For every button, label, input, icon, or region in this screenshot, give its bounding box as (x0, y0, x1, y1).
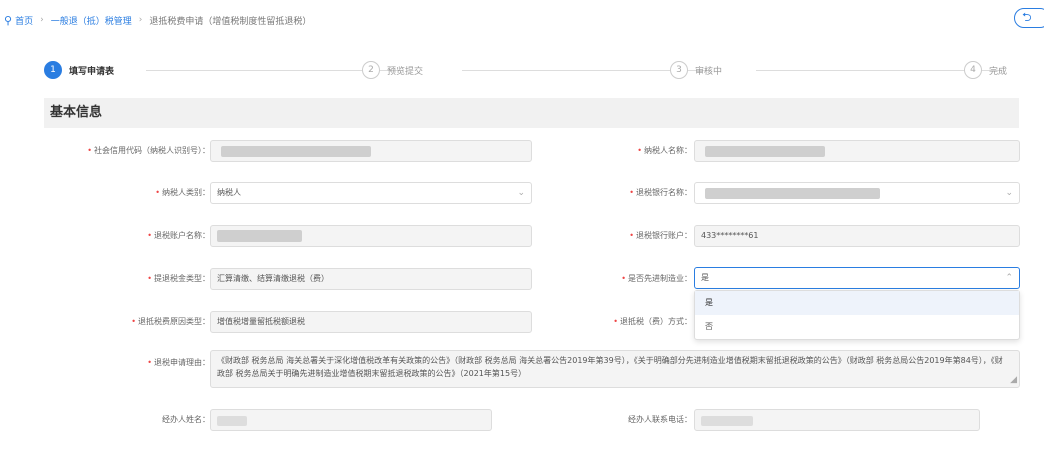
step-reviewing: 3 审核中 (670, 61, 722, 79)
redacted-value (217, 230, 302, 242)
breadcrumb-home-link[interactable]: 首页 (15, 14, 33, 27)
agent-name-field[interactable] (210, 409, 492, 431)
advanced-mfg-dropdown: 是 否 (694, 290, 1020, 340)
advanced-mfg-label: • 是否先进制造业： (621, 274, 692, 283)
step-preview-submit: 2 预览提交 (362, 61, 423, 79)
step-number: 3 (670, 61, 688, 79)
refund-method-label: • 退抵税（费）方式： (613, 317, 692, 326)
taxpayer-name-field[interactable] (694, 140, 1020, 162)
step-label: 预览提交 (387, 66, 424, 77)
step-label: 完成 (989, 66, 1008, 77)
step-label: 填写申请表 (69, 66, 115, 77)
agent-phone-label: 经办人联系电话： (628, 415, 692, 424)
taxpayer-type-label: • 纳税人类别： (155, 188, 210, 197)
advanced-mfg-select[interactable]: 是 ⌃ (694, 267, 1020, 289)
back-button[interactable]: ⮌ (1014, 8, 1044, 28)
chevron-down-icon: ⌄ (1005, 188, 1013, 198)
account-name-label: • 退税账户名称： (147, 231, 210, 240)
dropdown-option-no[interactable]: 否 (695, 315, 1019, 339)
step-number: 1 (44, 61, 62, 79)
refund-reason-type-label: • 退抵税费原因类型： (131, 317, 210, 326)
step-complete: 4 完成 (964, 61, 1007, 79)
refund-reason-type-field[interactable]: 增值税增量留抵税额退税 (210, 311, 532, 333)
section-title: 基本信息 (44, 98, 1019, 128)
breadcrumb-current: 退抵税费申请（增值税制度性留抵退税） (149, 16, 312, 27)
redacted-value (701, 416, 753, 426)
breadcrumb-separator: › (138, 15, 143, 25)
agent-name-label: 经办人姓名： (162, 415, 210, 424)
breadcrumb-refund-mgmt-link[interactable]: 一般退（抵）税管理 (51, 14, 132, 27)
step-label: 审核中 (695, 66, 723, 77)
bank-account-label: • 退税银行账户： (629, 231, 692, 240)
taxpayer-name-label: • 纳税人名称： (637, 146, 692, 155)
step-fill-form: 1 填写申请表 (44, 61, 114, 79)
taxpayer-type-select[interactable]: 纳税人 ⌄ (210, 182, 532, 204)
redacted-value (221, 146, 371, 157)
account-name-field[interactable] (210, 225, 532, 247)
back-arrow-icon: ⮌ (1022, 10, 1032, 24)
redacted-value (705, 146, 825, 157)
redacted-value (217, 416, 247, 426)
progress-steps: 1 填写申请表 2 预览提交 3 审核中 4 完成 (44, 61, 1019, 81)
refund-reason-label: • 退税申请理由： (147, 358, 210, 367)
refund-bank-select[interactable]: ⌄ (694, 182, 1020, 204)
step-number: 2 (362, 61, 380, 79)
breadcrumb-separator: › (40, 15, 44, 25)
credit-code-label: • 社会信用代码（纳税人识别号）： (87, 146, 210, 155)
chevron-up-icon: ⌃ (1005, 273, 1013, 283)
refund-reason-textarea[interactable]: 《财政部 税务总局 海关总署关于深化增值税改革有关政策的公告》（财政部 税务总局… (210, 350, 1020, 388)
step-number: 4 (964, 61, 982, 79)
bank-account-field[interactable]: 433********61 (694, 225, 1020, 247)
refund-bank-label: • 退税银行名称： (629, 188, 692, 197)
credit-code-field[interactable] (210, 140, 532, 162)
dropdown-option-yes[interactable]: 是 (695, 291, 1019, 315)
location-pin-icon: ⚲ (4, 13, 13, 27)
refund-category-label: • 提退税金类型： (147, 274, 210, 283)
refund-category-field[interactable]: 汇算清缴、结算清缴退税（费） (210, 268, 532, 290)
redacted-value (705, 188, 880, 199)
breadcrumb: ⚲ 首页 › 一般退（抵）税管理 › 退抵税费申请（增值税制度性留抵退税） (4, 13, 311, 27)
chevron-down-icon: ⌄ (517, 188, 525, 198)
resize-handle-icon[interactable]: ◢ (1010, 374, 1017, 387)
agent-phone-field[interactable] (694, 409, 980, 431)
